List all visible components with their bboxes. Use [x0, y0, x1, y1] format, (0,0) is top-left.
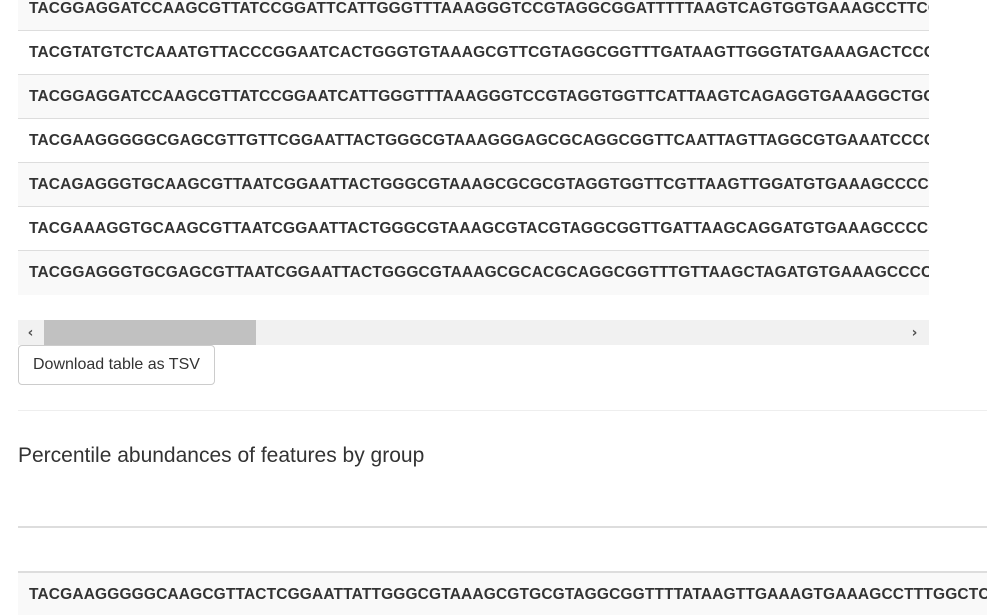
percentile-table: TACGAAGGGGGCAAGCGTTACTCGGAATTATTGGGCGTAA…	[18, 571, 987, 615]
scrollbar-thumb[interactable]	[44, 320, 256, 345]
table-row: TACAGAGGGTGCAAGCGTTAATCGGAATTACTGGGCGTAA…	[18, 162, 929, 207]
table-row: TACGGAGGGTGCGAGCGTTAATCGGAATTACTGGGCGTAA…	[18, 250, 929, 295]
sequence-cell: TACGAAGGGGGCGAGCGTTGTTCGGAATTACTGGGCGTAA…	[18, 118, 929, 163]
percentile-table-scroll-area[interactable]: TACGAAGGGGGCAAGCGTTACTCGGAATTATTGGGCGTAA…	[18, 571, 987, 615]
chevron-right-icon[interactable]: ›	[902, 320, 927, 345]
sequence-table: TACGGAGGATCCAAGCGTTATCCGGATTCATTGGGTTTAA…	[18, 0, 929, 295]
sequence-cell: TACGGAGGGTGCGAGCGTTAATCGGAATTACTGGGCGTAA…	[18, 250, 929, 295]
sequence-table-scroll-area[interactable]: TACGGAGGATCCAAGCGTTATCCGGATTCATTGGGTTTAA…	[18, 0, 929, 295]
sequence-cell: TACGGAGGATCCAAGCGTTATCCGGAATCATTGGGTTTAA…	[18, 74, 929, 119]
sequence-cell: TACGGAGGATCCAAGCGTTATCCGGATTCATTGGGTTTAA…	[18, 0, 929, 31]
table-row: TACGAAGGGGGCGAGCGTTGTTCGGAATTACTGGGCGTAA…	[18, 118, 929, 163]
sequence-cell: TACGAAAGGTGCAAGCGTTAATCGGAATTACTGGGCGTAA…	[18, 206, 929, 251]
table-header-divider	[18, 526, 987, 528]
table-row: TACGAAAGGTGCAAGCGTTAATCGGAATTACTGGGCGTAA…	[18, 206, 929, 251]
chevron-left-icon[interactable]: ‹	[18, 320, 43, 345]
table-row: TACGTATGTCTCAAATGTTACCCGGAATCACTGGGTGTAA…	[18, 30, 929, 75]
section-divider	[18, 410, 987, 411]
horizontal-scrollbar[interactable]: ‹ ›	[18, 320, 929, 345]
sequence-cell: TACGTATGTCTCAAATGTTACCCGGAATCACTGGGTGTAA…	[18, 30, 929, 75]
table-row: TACGAAGGGGGCAAGCGTTACTCGGAATTATTGGGCGTAA…	[18, 571, 987, 615]
table-row: TACGGAGGATCCAAGCGTTATCCGGAATCATTGGGTTTAA…	[18, 74, 929, 119]
sequence-cell: TACGAAGGGGGCAAGCGTTACTCGGAATTATTGGGCGTAA…	[18, 571, 987, 615]
sequence-cell: TACAGAGGGTGCAAGCGTTAATCGGAATTACTGGGCGTAA…	[18, 162, 929, 207]
download-tsv-button[interactable]: Download table as TSV	[18, 345, 215, 385]
section-title: Percentile abundances of features by gro…	[18, 444, 425, 467]
table-row: TACGGAGGATCCAAGCGTTATCCGGATTCATTGGGTTTAA…	[18, 0, 929, 31]
page: TACGGAGGATCCAAGCGTTATCCGGATTCATTGGGTTTAA…	[0, 0, 987, 615]
